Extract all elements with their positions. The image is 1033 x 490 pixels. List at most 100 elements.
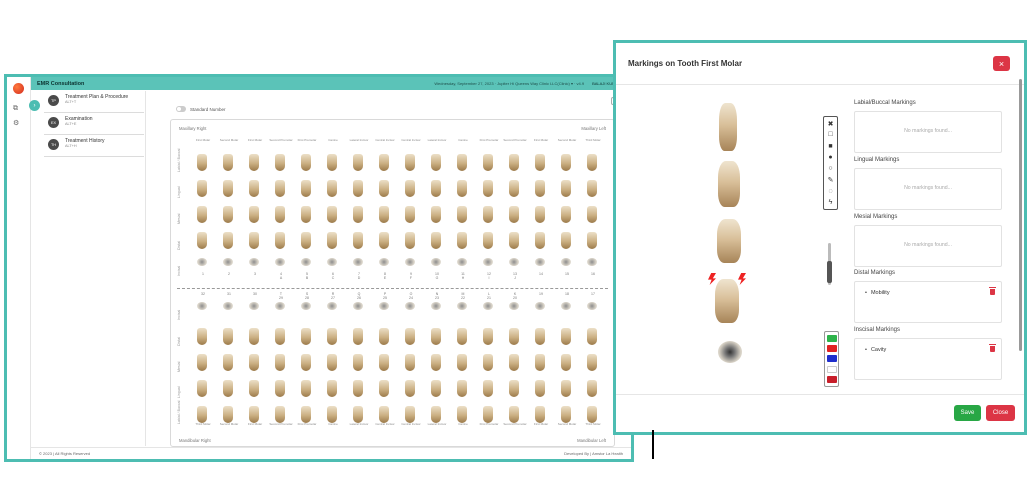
tooth-image[interactable] (483, 406, 493, 423)
square-filled-icon[interactable]: ■ (826, 142, 835, 151)
sidebar-toggle-button[interactable]: › (29, 100, 40, 111)
tooth-image[interactable] (509, 154, 519, 171)
tooth-image[interactable] (353, 302, 363, 310)
tooth-image[interactable] (249, 180, 259, 197)
tooth-image[interactable] (431, 258, 441, 266)
tooth-image[interactable] (535, 154, 545, 171)
tooth-column[interactable]: Second Molar 15 (555, 136, 579, 286)
tooth-column[interactable]: First Molar 1 (191, 136, 215, 286)
tooth-image[interactable] (431, 180, 441, 197)
tooth-image[interactable] (301, 180, 311, 197)
brush-size-slider[interactable] (827, 243, 832, 285)
color-swatch[interactable] (826, 355, 837, 363)
tooth-image[interactable] (353, 380, 363, 397)
circle-filled-icon[interactable]: ● (826, 153, 835, 162)
tooth-image[interactable] (431, 154, 441, 171)
tooth-image[interactable] (379, 154, 389, 171)
tooth-image[interactable] (405, 406, 415, 423)
tooth-view-mesial[interactable] (714, 219, 744, 267)
tooth-image[interactable] (249, 258, 259, 266)
tooth-image[interactable] (457, 328, 467, 345)
tooth-column[interactable]: Central Incisor 8 E (373, 136, 397, 286)
modal-scrollbar[interactable] (1019, 79, 1022, 351)
tooth-image[interactable] (457, 154, 467, 171)
tooth-image[interactable] (223, 206, 233, 223)
tooth-image[interactable] (509, 354, 519, 371)
tooth-image[interactable] (431, 328, 441, 345)
tooth-image[interactable] (457, 380, 467, 397)
tooth-image[interactable] (353, 206, 363, 223)
tooth-image[interactable] (405, 354, 415, 371)
color-swatch[interactable] (826, 345, 837, 353)
tooth-image[interactable] (535, 354, 545, 371)
tooth-image[interactable] (197, 258, 207, 266)
tooth-image[interactable] (561, 180, 571, 197)
tooth-column[interactable]: 30 First Molar (243, 292, 267, 434)
tooth-image[interactable] (275, 302, 285, 310)
tooth-image[interactable] (379, 328, 389, 345)
tooth-column[interactable]: Lateral Incisor 7 D (347, 136, 371, 286)
tooth-image[interactable] (353, 232, 363, 249)
tooth-image[interactable] (301, 406, 311, 423)
square-outline-icon[interactable]: □ (826, 130, 835, 139)
tooth-image[interactable] (379, 258, 389, 266)
tooth-image[interactable] (561, 154, 571, 171)
pencil-icon[interactable]: ✎ (826, 175, 835, 184)
tooth-view-distal[interactable] (708, 273, 746, 325)
tooth-column[interactable]: S 28 First Premolar (295, 292, 319, 434)
tooth-image[interactable] (535, 232, 545, 249)
tooth-image[interactable] (405, 206, 415, 223)
tooth-image[interactable] (483, 180, 493, 197)
tooth-image[interactable] (587, 380, 597, 397)
tooth-image[interactable] (275, 258, 285, 266)
tooth-column[interactable]: Second Molar 2 (217, 136, 241, 286)
tooth-image[interactable] (197, 206, 207, 223)
tooth-image[interactable] (327, 380, 337, 397)
tooth-image[interactable] (249, 406, 259, 423)
tooth-image[interactable] (249, 154, 259, 171)
tooth-image[interactable] (457, 180, 467, 197)
dashed-circle-icon[interactable]: ◌ (826, 187, 835, 196)
tooth-image[interactable] (535, 380, 545, 397)
tooth-column[interactable]: 32 Third Molar (191, 292, 215, 434)
tooth-image[interactable] (483, 302, 493, 310)
tooth-image[interactable] (197, 328, 207, 345)
tooth-image[interactable] (587, 232, 597, 249)
tooth-image[interactable] (457, 354, 467, 371)
tooth-image[interactable] (561, 354, 571, 371)
tooth-image[interactable] (509, 180, 519, 197)
tooth-column[interactable]: Second Premolar 4 A (269, 136, 293, 286)
tooth-image[interactable] (249, 206, 259, 223)
tooth-column[interactable]: 18 Second Molar (555, 292, 579, 434)
tooth-image[interactable] (249, 328, 259, 345)
tooth-image[interactable] (431, 354, 441, 371)
trash-icon[interactable] (989, 344, 996, 352)
tooth-image[interactable] (561, 258, 571, 266)
tooth-image[interactable] (405, 258, 415, 266)
tooth-image[interactable] (197, 232, 207, 249)
tooth-image[interactable] (535, 328, 545, 345)
tooth-image[interactable] (587, 354, 597, 371)
tooth-column[interactable]: 19 First Molar (529, 292, 553, 434)
tooth-image[interactable] (379, 232, 389, 249)
tooth-image[interactable] (223, 154, 233, 171)
tooth-column[interactable]: K 20 Second Premolar (503, 292, 527, 434)
tooth-image[interactable] (301, 232, 311, 249)
tooth-image[interactable] (509, 328, 519, 345)
tooth-image[interactable] (431, 302, 441, 310)
tooth-image[interactable] (223, 302, 233, 310)
tooth-column[interactable]: Third Molar 16 (581, 136, 605, 286)
toggle-switch[interactable] (176, 106, 186, 112)
tooth-column[interactable]: N 23 Lateral Incisor (425, 292, 449, 434)
tooth-image[interactable] (223, 232, 233, 249)
tooth-image[interactable] (353, 354, 363, 371)
tooth-image[interactable] (353, 328, 363, 345)
tooth-image[interactable] (379, 354, 389, 371)
tooth-image[interactable] (301, 354, 311, 371)
tooth-image[interactable] (587, 206, 597, 223)
tooth-image[interactable] (249, 380, 259, 397)
tooth-image[interactable] (301, 380, 311, 397)
tooth-image[interactable] (509, 206, 519, 223)
tooth-column[interactable]: 31 Second Molar (217, 292, 241, 434)
close-icon[interactable]: × (993, 56, 1010, 71)
